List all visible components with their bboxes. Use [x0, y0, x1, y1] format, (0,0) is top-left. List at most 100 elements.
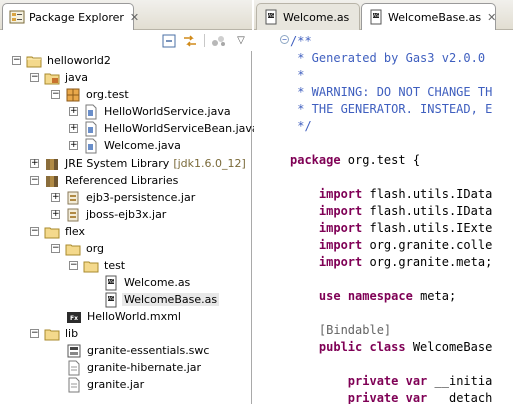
code-token: use: [290, 289, 341, 303]
tree-item-label: HelloWorld.mxml: [87, 310, 181, 323]
svg-text:AS: AS: [268, 13, 274, 19]
code-token: * THE GENERATOR. INSTEAD, E: [290, 102, 493, 116]
library-icon: [44, 173, 60, 189]
code-line: import org.granite.meta;: [290, 254, 492, 271]
tree-item[interactable]: + ejb3-persistence.jar: [51, 189, 197, 206]
tree-item[interactable]: − org.test: [51, 86, 131, 103]
mxml-file-icon: Fx: [66, 309, 82, 325]
close-tab-icon[interactable]: ✕: [487, 11, 496, 24]
tree-item[interactable]: + HelloWorldServiceBean.java: [69, 120, 261, 137]
code-token: namespace: [347, 289, 413, 303]
tab-welcomebase-as[interactable]: AS WelcomeBase.as ✕: [361, 3, 496, 30]
code-editor[interactable]: − /** * Generated by Gas3 v2.0.0 * * WAR…: [254, 31, 513, 404]
code-line: public class WelcomeBase: [290, 339, 492, 356]
tree-item[interactable]: − org: [51, 240, 106, 257]
tab-welcome-as[interactable]: AS Welcome.as: [256, 3, 360, 30]
collapse-icon[interactable]: −: [12, 56, 21, 65]
tree-item-label: granite.jar: [87, 378, 145, 391]
tree-item[interactable]: + Welcome.java: [69, 137, 183, 154]
code-token: org.granite.meta;: [362, 255, 493, 269]
view-menu-button[interactable]: [210, 32, 228, 49]
collapse-icon[interactable]: −: [30, 329, 39, 338]
tree-item[interactable]: − java: [30, 69, 90, 86]
expand-icon[interactable]: +: [51, 210, 60, 219]
package-icon: [65, 87, 81, 103]
tree-item[interactable]: − lib: [30, 325, 80, 342]
tree-item[interactable]: granite.jar: [66, 376, 146, 393]
toolbar-separator: [204, 34, 205, 47]
tree-item[interactable]: AS WelcomeBase.as: [103, 291, 220, 308]
code-token: __initia: [427, 374, 493, 388]
code-token: * WARNING: DO NOT CHANGE TH: [290, 85, 493, 99]
tree-item[interactable]: granite-hibernate.jar: [66, 359, 203, 376]
expand-icon[interactable]: +: [69, 141, 78, 150]
code-line: import flash.utils.IData: [290, 203, 492, 220]
svg-text:AS: AS: [108, 279, 114, 285]
tree-item[interactable]: Fx HelloWorld.mxml: [66, 308, 183, 325]
tree-item-label: flex: [65, 225, 86, 238]
source-folder-icon: [44, 70, 60, 86]
expand-icon[interactable]: +: [51, 193, 60, 202]
link-with-editor-button[interactable]: [181, 32, 199, 49]
code-line: [Bindable]: [290, 322, 391, 339]
code-token: meta;: [412, 289, 457, 303]
expand-icon[interactable]: +: [30, 159, 39, 168]
code-line: import flash.utils.IData: [290, 186, 492, 203]
expand-icon[interactable]: +: [69, 107, 78, 116]
library-icon: [44, 156, 60, 172]
tree-item-label: granite-hibernate.jar: [87, 361, 202, 374]
svg-text:AS: AS: [108, 296, 114, 302]
code-line: import flash.utils.IExte: [290, 220, 492, 237]
code-token: org.test {: [340, 153, 421, 167]
tree-item[interactable]: granite-essentials.swc: [66, 342, 211, 359]
expand-icon[interactable]: +: [69, 124, 78, 133]
tree-item[interactable]: AS Welcome.as: [103, 274, 192, 291]
view-menu-icon: [212, 35, 225, 46]
code-line: * THE GENERATOR. INSTEAD, E: [290, 101, 492, 118]
java-file-icon: [83, 138, 99, 154]
view-menu-dropdown-button[interactable]: ▽: [232, 32, 250, 49]
as-file-icon: AS: [370, 9, 382, 25]
tree-item[interactable]: − helloworld2: [12, 52, 113, 69]
collapse-icon[interactable]: −: [30, 176, 39, 185]
collapse-icon[interactable]: −: [51, 244, 60, 253]
tree-item[interactable]: − Referenced Libraries: [30, 172, 180, 189]
explorer-tab-bar: Package Explorer ✕: [0, 0, 252, 30]
tree-item-label: Welcome.java: [104, 139, 181, 152]
tree-item[interactable]: + jboss-ejb3x.jar: [51, 206, 168, 223]
tab-package-explorer[interactable]: Package Explorer ✕: [2, 3, 139, 30]
tree-item[interactable]: − test: [69, 257, 127, 274]
collapse-icon[interactable]: −: [69, 261, 78, 270]
collapse-icon[interactable]: −: [30, 73, 39, 82]
collapse-icon[interactable]: −: [51, 90, 60, 99]
tree-item-label: Referenced Libraries: [65, 174, 179, 187]
code-token: WelcomeBase: [405, 340, 493, 354]
tree-item[interactable]: − flex: [30, 223, 87, 240]
code-token: import: [290, 238, 363, 252]
tree-item-label: jboss-ejb3x.jar: [86, 208, 167, 221]
folder-icon: [44, 326, 60, 342]
code-line: import org.granite.colle: [290, 237, 492, 254]
fold-toggle-icon[interactable]: −: [280, 35, 289, 44]
collapse-icon[interactable]: −: [30, 227, 39, 236]
tree-item[interactable]: + JRE System Library [jdk1.6.0_12]: [30, 155, 246, 172]
tree-item[interactable]: + HelloWorldService.java: [69, 103, 233, 120]
close-tab-icon[interactable]: ✕: [130, 11, 139, 24]
swc-file-icon: [66, 343, 82, 359]
project-icon: [26, 53, 42, 69]
collapse-all-button[interactable]: [160, 32, 178, 49]
tree-item-label: granite-essentials.swc: [87, 344, 210, 357]
editor-area: AS Welcome.as AS WelcomeBase.as ✕ − /** …: [254, 0, 513, 404]
code-token: org.granite.colle: [362, 238, 493, 252]
code-token: /**: [290, 34, 312, 48]
tree-item-label: JRE System Library: [65, 157, 170, 170]
code-token: class: [369, 340, 406, 354]
tree-item-label: HelloWorldServiceBean.java: [104, 122, 259, 135]
tree-item-label: org.test: [86, 88, 129, 101]
as-file-icon: AS: [103, 275, 119, 291]
code-token: package: [290, 153, 341, 167]
code-token: flash.utils.IExte: [362, 221, 493, 235]
svg-text:AS: AS: [373, 13, 379, 19]
tree-item-decoration: [jdk1.6.0_12]: [173, 157, 246, 170]
